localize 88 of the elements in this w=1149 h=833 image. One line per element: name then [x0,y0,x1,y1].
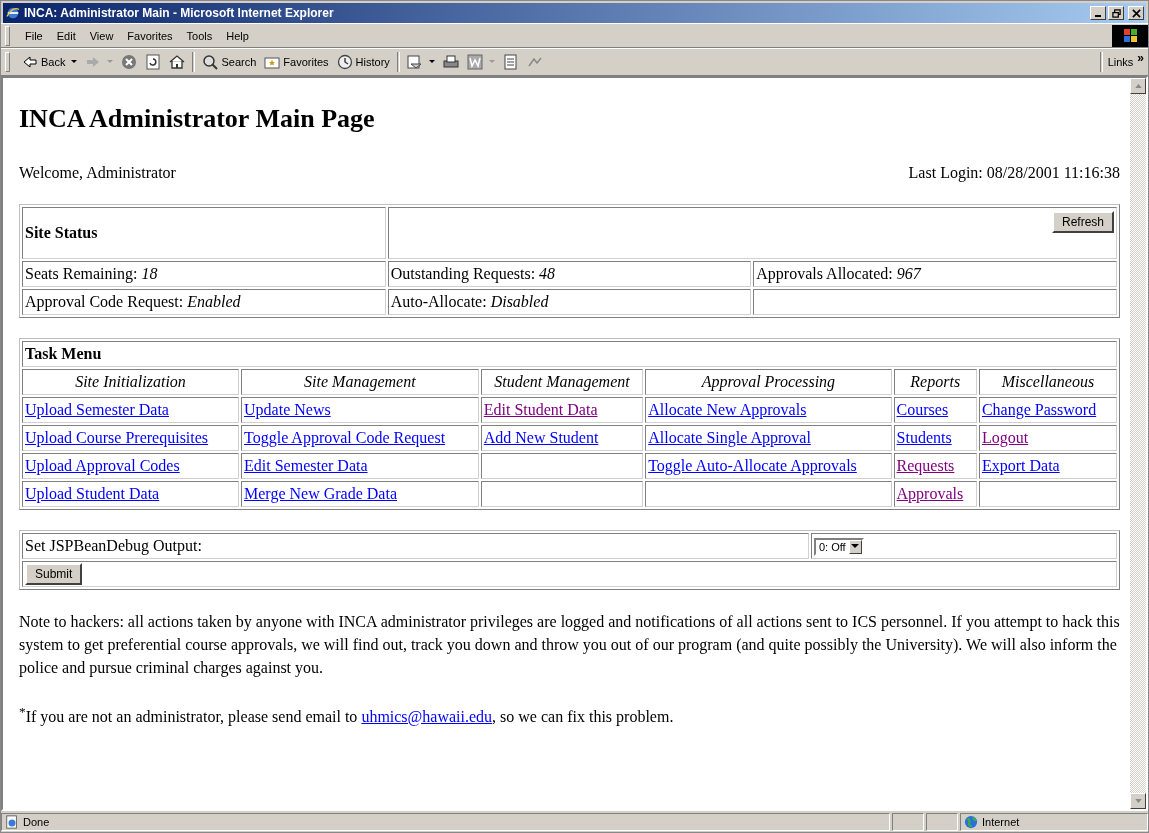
warning-paragraph: Note to hackers: all actions taken by anyone with INCA administrator privileges are logged and notifications of all actions sent to ICS personnel. If you attempt to hack this system to get preferential course approvals, we will find out, track you down and throw you out of our program (and quite possibly the University). We will also inform the police and pursue criminal charges against you. [19,612,1120,679]
table-cell: Outstanding Requests: 48 [387,261,752,287]
refresh-button[interactable]: Refresh [1051,211,1114,233]
page-icon [5,815,19,829]
links-button[interactable]: Links [1105,51,1138,73]
printer-icon [442,54,459,70]
task-link[interactable]: Upload Semester Data [25,401,169,418]
task-link[interactable]: Edit Semester Data [244,457,368,474]
task-link[interactable]: Edit Student Data [483,401,598,418]
menu-item[interactable]: Help [219,29,256,42]
star-folder-icon [264,54,281,70]
menu-item[interactable]: Edit [49,29,83,42]
caret-icon [428,60,435,64]
page-heading: INCA Administrator Main Page [19,104,376,134]
caret-icon [488,60,495,64]
stop-icon [121,54,138,70]
table-cell: Approvals Allocated: 967 [753,261,1117,287]
vertical-scrollbar[interactable] [1130,78,1146,809]
scroll-up-button[interactable] [1130,78,1146,94]
restore-button[interactable] [1108,6,1124,20]
up-arrow-icon [1134,84,1142,88]
task-link[interactable]: Toggle Approval Code Request [244,429,446,446]
table-cell: Auto-Allocate: Disabled [387,289,752,315]
close-icon [1131,8,1141,18]
task-link[interactable]: Logout [981,429,1029,446]
search-button[interactable]: Search [198,51,261,73]
task-link[interactable]: Students [896,429,952,446]
close-button[interactable] [1128,6,1144,20]
caret-icon [851,544,860,549]
task-link[interactable]: Change Password [981,401,1097,418]
caret-icon [71,60,78,64]
browser-logo-icon [6,6,20,20]
task-link[interactable]: Allocate New Approvals [648,401,807,418]
task-link[interactable]: Upload Student Data [25,485,160,502]
clock-icon [336,54,353,70]
column-header: Reports [893,369,977,395]
task-link[interactable]: Courses [896,401,949,418]
menu-item[interactable]: Tools [179,29,220,42]
more-links-chevron[interactable]: » [1137,51,1144,65]
task-link[interactable]: Merge New Grade Data [244,485,397,502]
table-cell: Set JSPBeanDebug Output: [22,533,809,559]
task-link[interactable]: Update News [244,401,331,418]
column-header: Site Management [241,369,479,395]
minimize-icon [1095,15,1101,17]
windows-logo-icon [1112,24,1148,47]
column-header: Approval Processing [645,369,892,395]
task-link[interactable]: Upload Course Prerequisites [25,429,209,446]
globe-icon [964,815,978,829]
document-icon [502,54,519,70]
caret-icon [107,60,114,64]
task-link[interactable]: Export Data [981,457,1060,474]
edit-icon [466,54,483,70]
column-header: Site Initialization [22,369,240,395]
refresh-icon [145,54,162,70]
minimize-button[interactable] [1090,6,1106,20]
debug-select[interactable]: 0: Off [813,537,864,556]
task-link[interactable]: Approvals [896,485,964,502]
scroll-down-button[interactable] [1130,793,1146,809]
zone-text: Internet [982,816,1020,828]
submit-button[interactable]: Submit [25,563,83,585]
menu-item[interactable]: View [82,29,121,42]
last-login-text: Last Login: 08/28/2001 11:16:38 [908,164,1120,182]
task-link[interactable]: Allocate Single Approval [648,429,811,446]
welcome-text: Welcome, Administrator [19,164,176,182]
table-cell: Approval Code Request: Enabled [22,289,386,315]
status-text: Done [23,816,50,828]
task-link[interactable]: Toggle Auto-Allocate Approvals [648,457,857,474]
column-header: Student Management [480,369,644,395]
home-icon [169,54,186,70]
mail-icon [406,54,423,70]
restore-icon [1111,8,1121,18]
task-link[interactable]: Requests [896,457,955,474]
column-header: Miscellaneous [978,369,1117,395]
window-title: INCA: Administrator Main - Microsoft Internet Explorer [24,6,334,20]
table-cell: Seats Remaining: 18 [22,261,386,287]
task-link[interactable]: Add New Student [483,429,599,446]
down-arrow-icon [1134,799,1142,803]
search-icon [202,54,219,70]
menu-item[interactable]: Favorites [120,29,180,42]
task-link[interactable]: Upload Approval Codes [25,457,180,474]
table-cell: Site Status [22,207,386,259]
menu-item[interactable]: File [18,29,50,42]
back-arrow-icon [22,54,38,70]
favorites-button[interactable]: Favorites [260,51,333,73]
table-cell: Task Menu [22,341,1117,367]
history-button[interactable]: History [332,51,394,73]
footnote-text: $^{*}$If you are not an administrator, please send email to uhmics@hawaii.edu, so we can fix this problem. [19,702,675,728]
back-button[interactable]: Back [18,51,82,73]
